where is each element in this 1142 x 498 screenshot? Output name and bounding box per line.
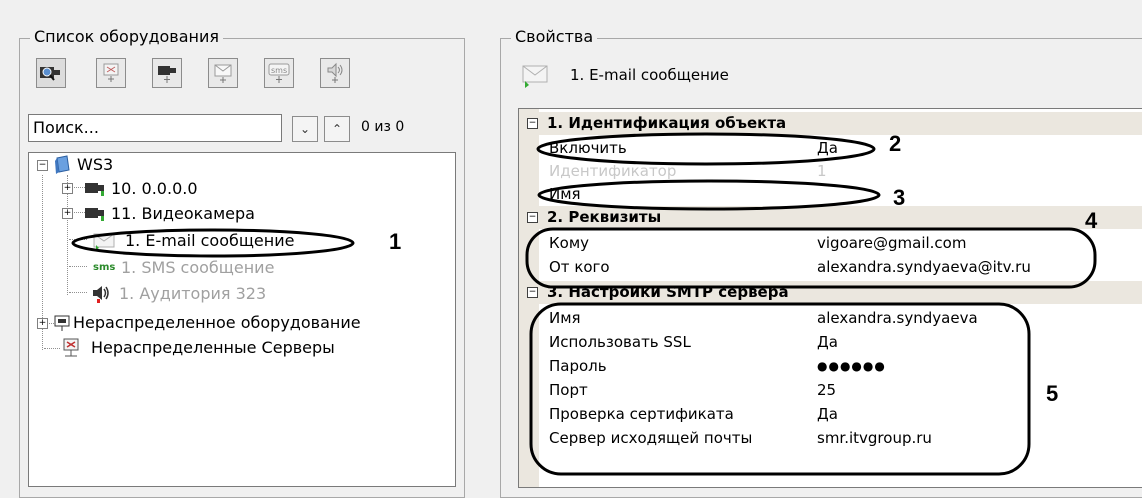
- tree-item-label: 10. 0.0.0.0: [111, 179, 198, 198]
- camera-icon: [85, 183, 104, 196]
- search-prev-button[interactable]: ⌃: [324, 116, 350, 142]
- chevron-up-icon: ⌃: [331, 122, 343, 136]
- search-result-count: 0 из 0: [361, 119, 405, 135]
- property-grid[interactable]: − 1. Идентификация объекта Включить Да И…: [518, 108, 1142, 488]
- add-email-icon: [214, 64, 232, 83]
- add-sms-icon: sms: [268, 63, 290, 83]
- annotation-oval-2: [536, 132, 876, 166]
- add-email-button[interactable]: [208, 58, 238, 88]
- annotation-oval-4: [525, 227, 1097, 289]
- add-sms-button[interactable]: sms: [264, 58, 294, 88]
- camera-search-button[interactable]: [36, 58, 66, 88]
- add-server-button[interactable]: [96, 58, 126, 88]
- camera-icon: [85, 208, 104, 221]
- tree-item-label: 1. Аудитория 323: [119, 284, 267, 303]
- email-icon: [522, 65, 548, 88]
- annotation-oval-1: [71, 228, 355, 258]
- tree-item-label: Нераспределенное оборудование: [73, 313, 361, 332]
- add-camera-icon: [158, 66, 176, 83]
- add-sound-button[interactable]: [320, 58, 350, 88]
- tree-expand-unassigned-equipment[interactable]: +: [37, 318, 48, 329]
- annotation-number-2: 2: [889, 131, 902, 156]
- server-icon: [55, 155, 70, 174]
- annotation-number-1: 1: [389, 229, 402, 254]
- equipment-group-icon: [54, 315, 70, 331]
- camera-search-icon: [40, 67, 60, 81]
- tree-expand-camera-10[interactable]: +: [62, 183, 73, 194]
- search-input[interactable]: Поиск...: [28, 114, 282, 142]
- tree-item-label: WS3: [77, 155, 114, 174]
- tree-expand-camera-11[interactable]: +: [62, 208, 73, 219]
- properties-panel-title: Свойства: [511, 28, 598, 46]
- annotation-number-4: 4: [1085, 208, 1098, 233]
- equipment-tree[interactable]: − WS3 + 10. 0.0.0.0 + 11. Видеокамера 1.…: [28, 152, 456, 487]
- annotation-oval-3: [537, 179, 881, 211]
- speaker-icon: [93, 286, 109, 303]
- add-server-icon: [103, 63, 119, 82]
- annotation-overlay: [525, 132, 1097, 476]
- add-sound-icon: [327, 62, 343, 83]
- add-camera-button[interactable]: [152, 58, 182, 88]
- equipment-panel-title: Список оборудования: [30, 28, 224, 46]
- tree-item-label: 11. Видеокамера: [111, 204, 255, 223]
- chevron-down-icon: ⌄: [299, 122, 311, 136]
- annotation-number-5: 5: [1046, 381, 1059, 406]
- object-title: 1. E-mail сообщение: [570, 66, 729, 84]
- svg-text:sms: sms: [271, 66, 287, 75]
- tree-collapse-ws3[interactable]: −: [37, 160, 48, 171]
- annotation-number-3: 3: [893, 185, 906, 210]
- tree-item-label: Нераспределенные Серверы: [91, 338, 335, 357]
- search-next-button[interactable]: ⌄: [292, 116, 318, 142]
- annotation-oval-5: [529, 302, 1031, 476]
- unassigned-server-icon: [63, 338, 79, 357]
